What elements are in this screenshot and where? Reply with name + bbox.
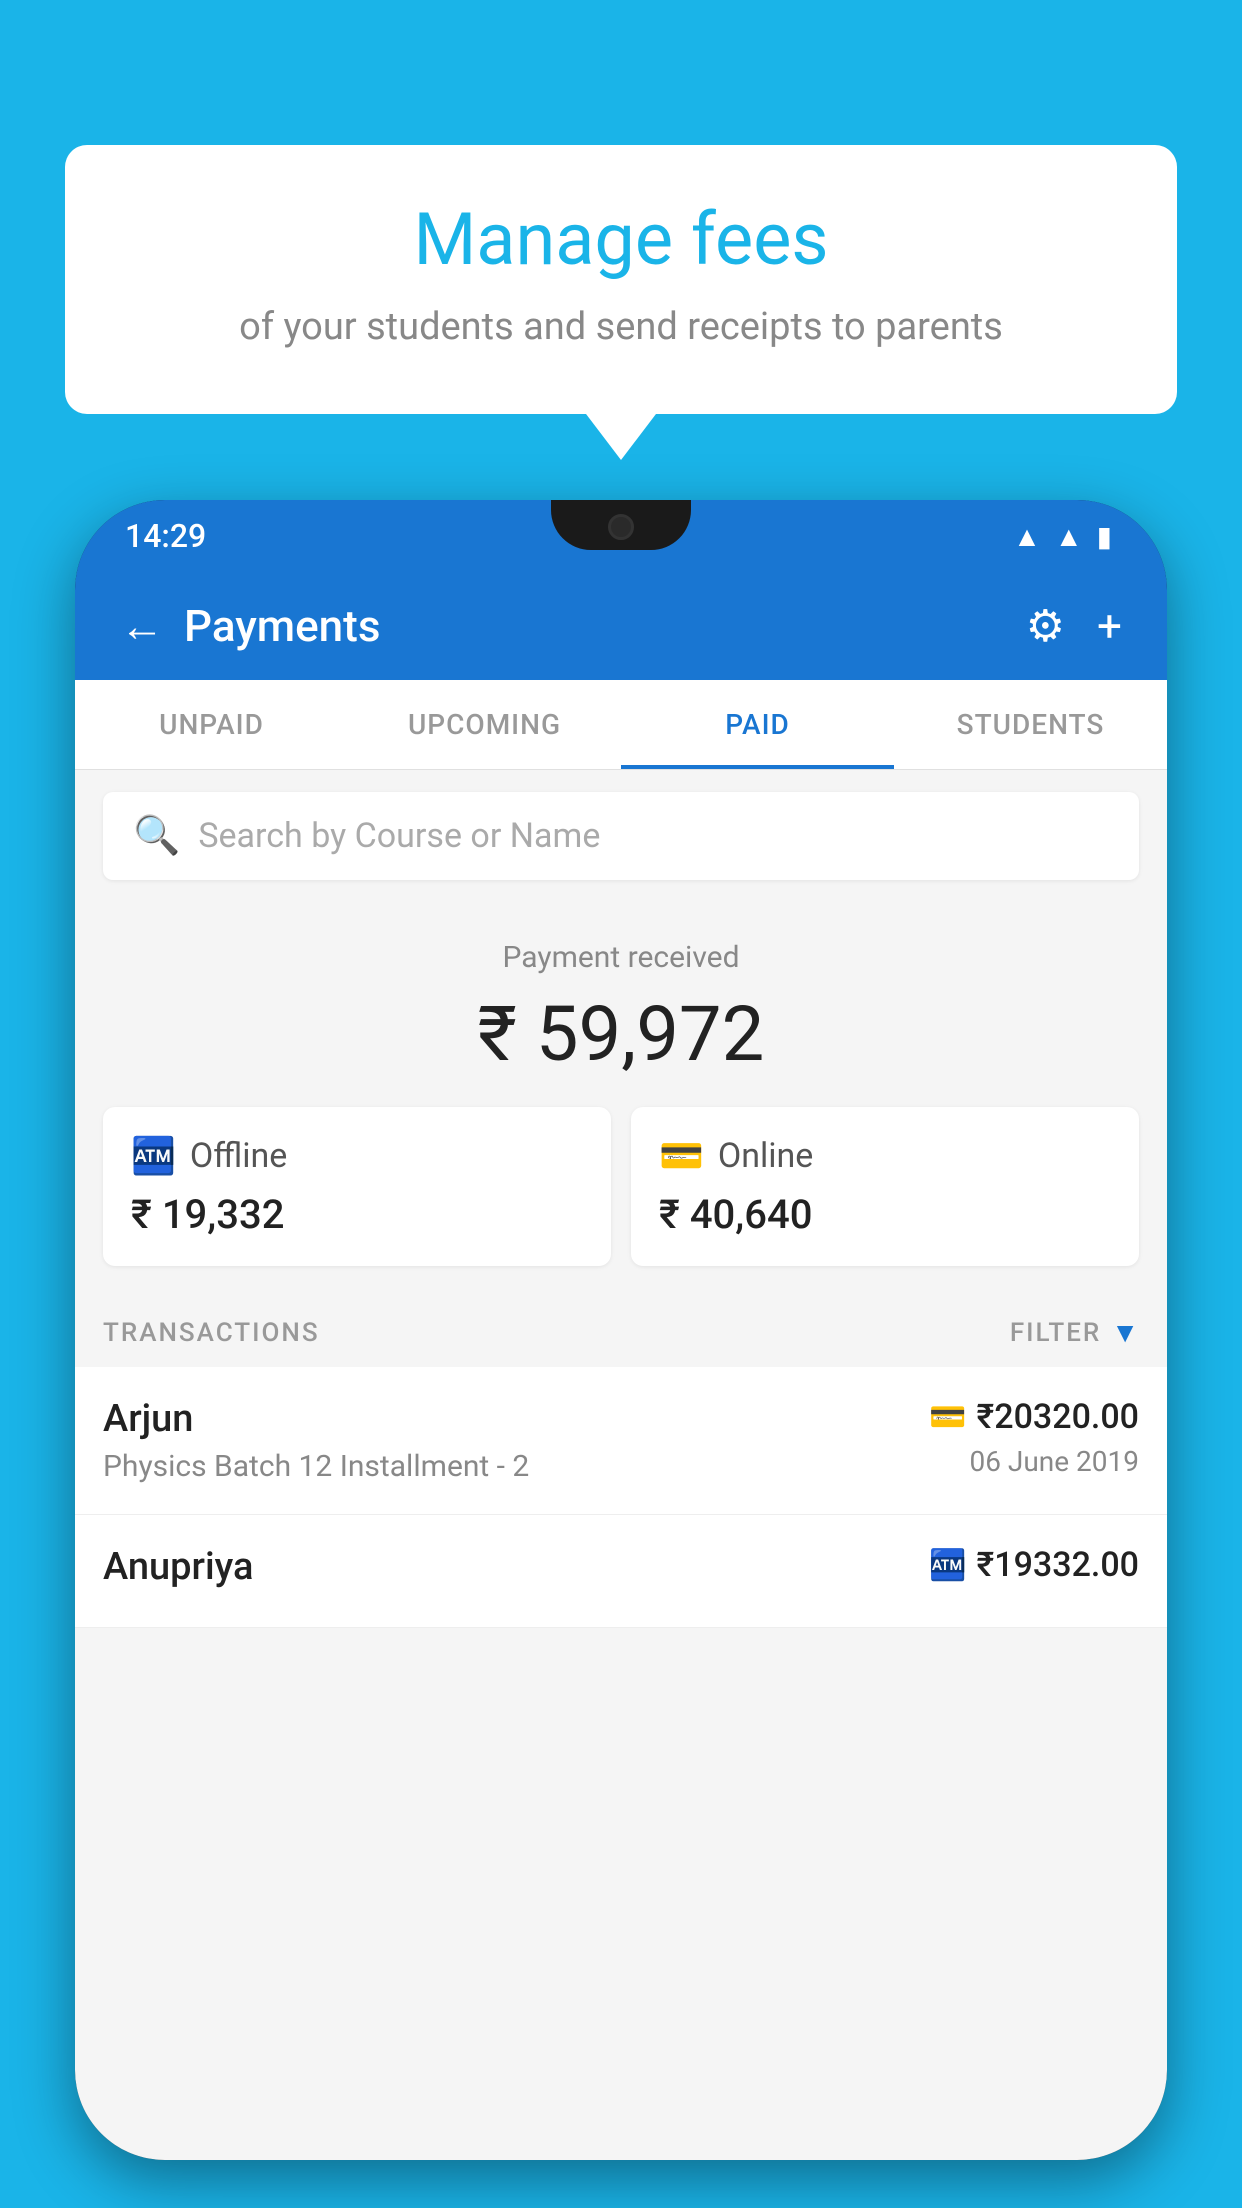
phone-notch	[551, 500, 691, 550]
header-title: Payments	[184, 600, 380, 652]
filter-label: FILTER	[1010, 1318, 1101, 1348]
tab-paid[interactable]: PAID	[621, 680, 894, 769]
tab-upcoming[interactable]: UPCOMING	[348, 680, 621, 769]
offline-card-top: 🏧 Offline	[131, 1135, 583, 1177]
transaction-name-2: Anupriya	[103, 1545, 929, 1589]
transaction-method-icon: 💳	[929, 1400, 966, 1435]
search-icon: 🔍	[133, 814, 180, 858]
signal-icon: ▲	[1055, 520, 1083, 553]
status-icons: ▲ ▲ ▮	[1013, 520, 1112, 553]
status-time: 14:29	[125, 517, 206, 555]
app-header: ← Payments ⚙ +	[75, 572, 1167, 680]
search-bar[interactable]: 🔍 Search by Course or Name	[103, 792, 1139, 880]
transaction-left: Arjun Physics Batch 12 Installment - 2	[103, 1397, 929, 1484]
bubble-title: Manage fees	[125, 200, 1117, 279]
transaction-row[interactable]: Arjun Physics Batch 12 Installment - 2 💳…	[75, 1367, 1167, 1515]
status-bar: 14:29 ▲ ▲ ▮	[75, 500, 1167, 572]
transaction-amount-2: ₹19332.00	[977, 1545, 1139, 1585]
bubble-subtitle: of your students and send receipts to pa…	[125, 301, 1117, 354]
wifi-icon: ▲	[1013, 520, 1041, 553]
payment-summary: Payment received ₹ 59,972	[75, 902, 1167, 1107]
phone-camera	[608, 514, 634, 540]
payment-total-amount: ₹ 59,972	[103, 989, 1139, 1079]
phone-frame: 14:29 ▲ ▲ ▮ ← Payments ⚙ + UNPAI	[75, 500, 1167, 2160]
offline-label: Offline	[190, 1136, 287, 1176]
transactions-header: TRANSACTIONS FILTER ▼	[75, 1294, 1167, 1367]
transaction-date: 06 June 2019	[929, 1445, 1139, 1478]
screen-content: 🔍 Search by Course or Name Payment recei…	[75, 770, 1167, 2160]
online-card-top: 💳 Online	[659, 1135, 1111, 1177]
transaction-left-2: Anupriya	[103, 1545, 929, 1597]
transaction-amount: ₹20320.00	[977, 1397, 1139, 1437]
tab-unpaid[interactable]: UNPAID	[75, 680, 348, 769]
tabs-container: UNPAID UPCOMING PAID STUDENTS	[75, 680, 1167, 770]
header-left: ← Payments	[120, 600, 380, 652]
add-icon[interactable]: +	[1097, 600, 1122, 652]
offline-card: 🏧 Offline ₹ 19,332	[103, 1107, 611, 1266]
online-amount: ₹ 40,640	[659, 1191, 1111, 1238]
online-icon: 💳	[659, 1135, 704, 1177]
online-card: 💳 Online ₹ 40,640	[631, 1107, 1139, 1266]
tab-students[interactable]: STUDENTS	[894, 680, 1167, 769]
offline-amount: ₹ 19,332	[131, 1191, 583, 1238]
filter-button[interactable]: FILTER ▼	[1010, 1316, 1139, 1349]
transaction-amount-row-2: 🏧 ₹19332.00	[929, 1545, 1139, 1585]
phone-container: 14:29 ▲ ▲ ▮ ← Payments ⚙ + UNPAI	[75, 500, 1167, 2208]
header-right: ⚙ +	[1026, 600, 1122, 652]
transaction-description: Physics Batch 12 Installment - 2	[103, 1449, 929, 1484]
transaction-right-2: 🏧 ₹19332.00	[929, 1545, 1139, 1593]
transaction-amount-row: 💳 ₹20320.00	[929, 1397, 1139, 1437]
speech-bubble-container: Manage fees of your students and send re…	[65, 145, 1177, 414]
speech-bubble: Manage fees of your students and send re…	[65, 145, 1177, 414]
transaction-right: 💳 ₹20320.00 06 June 2019	[929, 1397, 1139, 1478]
search-placeholder: Search by Course or Name	[198, 816, 600, 856]
transaction-method-icon-2: 🏧	[929, 1548, 966, 1583]
settings-icon[interactable]: ⚙	[1026, 600, 1065, 652]
filter-icon: ▼	[1111, 1316, 1139, 1349]
back-button[interactable]: ←	[120, 600, 164, 652]
online-label: Online	[718, 1136, 814, 1176]
payment-cards: 🏧 Offline ₹ 19,332 💳 Online ₹ 40,640	[75, 1107, 1167, 1294]
transactions-label: TRANSACTIONS	[103, 1318, 320, 1348]
battery-icon: ▮	[1097, 520, 1112, 553]
offline-icon: 🏧	[131, 1135, 176, 1177]
payment-received-label: Payment received	[103, 940, 1139, 975]
transaction-row[interactable]: Anupriya 🏧 ₹19332.00	[75, 1515, 1167, 1628]
transaction-name: Arjun	[103, 1397, 929, 1441]
